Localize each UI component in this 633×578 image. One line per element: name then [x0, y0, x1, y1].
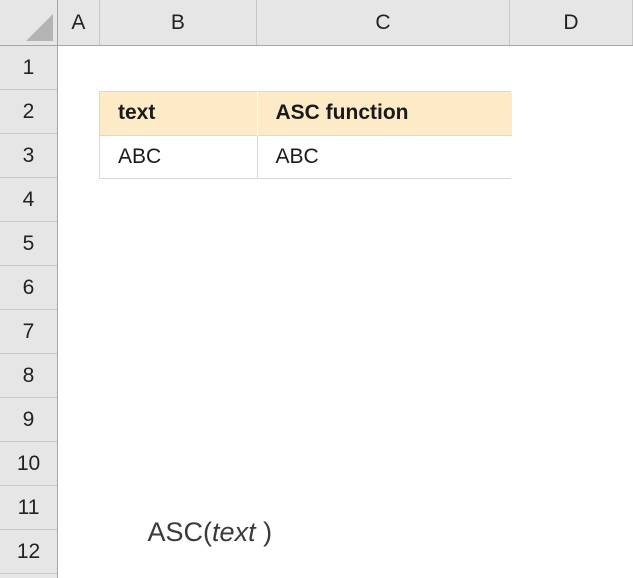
column-header-b[interactable]: B: [100, 0, 257, 45]
column-header-a[interactable]: A: [58, 0, 100, 45]
table-header-cell-text[interactable]: text: [100, 92, 258, 135]
row-header-1[interactable]: 1: [0, 46, 57, 90]
table-header-cell-asc-function[interactable]: ASC function: [257, 92, 512, 135]
row-header-4[interactable]: 4: [0, 178, 57, 222]
row-header-11[interactable]: 11: [0, 486, 57, 530]
select-all-triangle-icon: [26, 14, 53, 41]
row-header-2[interactable]: 2: [0, 90, 57, 134]
row-header-12[interactable]: 12: [0, 530, 57, 574]
table-cell-input-text[interactable]: ABC: [100, 134, 258, 178]
row-header-3[interactable]: 3: [0, 134, 57, 178]
select-all-corner[interactable]: [0, 0, 58, 46]
table-cell-result-text[interactable]: ABC: [257, 134, 512, 178]
table-row: ABC ABC: [100, 134, 512, 178]
column-header-c[interactable]: C: [257, 0, 510, 45]
cell-grid-area[interactable]: text ASC function ABC ABC ASC(text ): [59, 46, 633, 578]
column-header-d[interactable]: D: [510, 0, 633, 45]
row-header-5[interactable]: 5: [0, 222, 57, 266]
row-header-strip: 1 2 3 4 5 6 7 8 9 10 11 12: [0, 46, 58, 578]
row-header-8[interactable]: 8: [0, 354, 57, 398]
table-header-row: text ASC function: [100, 92, 512, 135]
spreadsheet: ABCD 1 2 3 4 5 6 7 8 9 10 11 12 text ASC function: [0, 0, 633, 578]
row-header-7[interactable]: 7: [0, 310, 57, 354]
syntax-function-close: ): [255, 517, 273, 547]
row-header-9[interactable]: 9: [0, 398, 57, 442]
row-header-6[interactable]: 6: [0, 266, 57, 310]
column-header-strip: ABCD: [58, 0, 633, 46]
syntax-argument-text: text: [212, 517, 256, 547]
function-syntax-line: ASC(text ): [104, 486, 273, 578]
syntax-function-open: ASC(: [147, 517, 213, 547]
data-table: text ASC function ABC ABC: [99, 91, 512, 179]
row-header-10[interactable]: 10: [0, 442, 57, 486]
